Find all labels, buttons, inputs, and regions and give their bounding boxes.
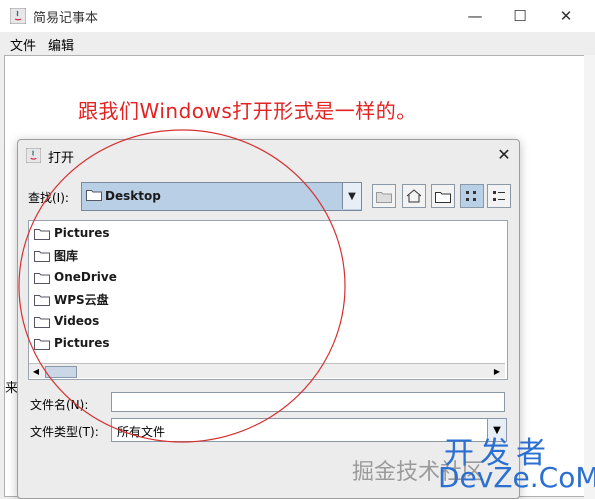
folder-icon: [34, 272, 50, 284]
up-folder-icon: [376, 191, 392, 203]
menu-edit[interactable]: 编辑: [48, 35, 74, 54]
folder-icon: [34, 338, 50, 350]
list-item[interactable]: Videos: [34, 311, 234, 331]
minimize-button[interactable]: —: [452, 0, 498, 32]
watermark-brand-bottom: DevZe.CoM: [438, 461, 595, 494]
dialog-close-button[interactable]: ✕: [493, 143, 515, 165]
home-button[interactable]: [402, 184, 426, 208]
java-app-icon: [10, 8, 26, 24]
folder-icon: [34, 316, 50, 328]
folder-icon: [86, 190, 102, 201]
scroll-right-icon[interactable]: ▶: [490, 364, 504, 378]
chevron-down-icon[interactable]: ▼: [342, 183, 361, 209]
list-item[interactable]: WPS云盘: [34, 289, 234, 309]
file-name-input[interactable]: [111, 392, 505, 412]
file-name: Pictures: [54, 336, 110, 350]
folder-icon: [34, 294, 50, 306]
file-name: WPS云盘: [54, 292, 109, 307]
menu-file[interactable]: 文件: [10, 35, 36, 54]
new-folder-button[interactable]: [431, 184, 455, 208]
details-view-icon: [493, 191, 505, 201]
background-window-strip: [584, 55, 595, 499]
maximize-button[interactable]: ☐: [497, 0, 543, 32]
look-in-label: 查找(I):: [28, 191, 69, 205]
file-name: OneDrive: [54, 270, 117, 284]
dialog-title: 打开: [48, 151, 75, 166]
window-title: 简易记事本: [33, 11, 99, 26]
list-item[interactable]: 图库: [34, 245, 234, 265]
java-app-icon: [26, 148, 41, 163]
annotation-text: 跟我们Windows打开形式是一样的。: [78, 99, 417, 123]
home-icon: [406, 189, 422, 203]
close-button[interactable]: ✕: [543, 0, 589, 32]
scroll-thumb[interactable]: [45, 366, 77, 378]
file-name-label: 文件名(N):: [30, 398, 89, 412]
file-type-combo[interactable]: [111, 418, 488, 442]
details-view-button[interactable]: [487, 184, 511, 208]
file-type-value: 所有文件: [117, 425, 166, 439]
look-in-value: Desktop: [105, 189, 161, 203]
menu-bar: [0, 32, 595, 54]
title-bar: 简易记事本 — ☐ ✕: [0, 0, 595, 32]
list-view-icon: [466, 191, 476, 201]
file-name: Pictures: [54, 226, 110, 240]
file-name: Videos: [54, 314, 100, 328]
folder-icon: [34, 250, 50, 262]
list-item[interactable]: Pictures: [34, 223, 234, 243]
file-list[interactable]: Pictures 图库 OneDrive WPS云盘 Videos Pictur…: [28, 220, 508, 380]
list-item[interactable]: Pictures: [34, 333, 234, 353]
scroll-left-icon[interactable]: ◀: [29, 364, 43, 378]
folder-icon: [34, 228, 50, 240]
up-one-level-button[interactable]: [372, 184, 396, 208]
horizontal-scrollbar[interactable]: ◀ ▶: [29, 363, 505, 378]
list-view-button[interactable]: [460, 184, 484, 208]
new-folder-icon: [435, 191, 451, 203]
file-name: 图库: [54, 248, 79, 263]
list-item[interactable]: OneDrive: [34, 267, 234, 287]
file-type-label: 文件类型(T):: [30, 425, 99, 439]
